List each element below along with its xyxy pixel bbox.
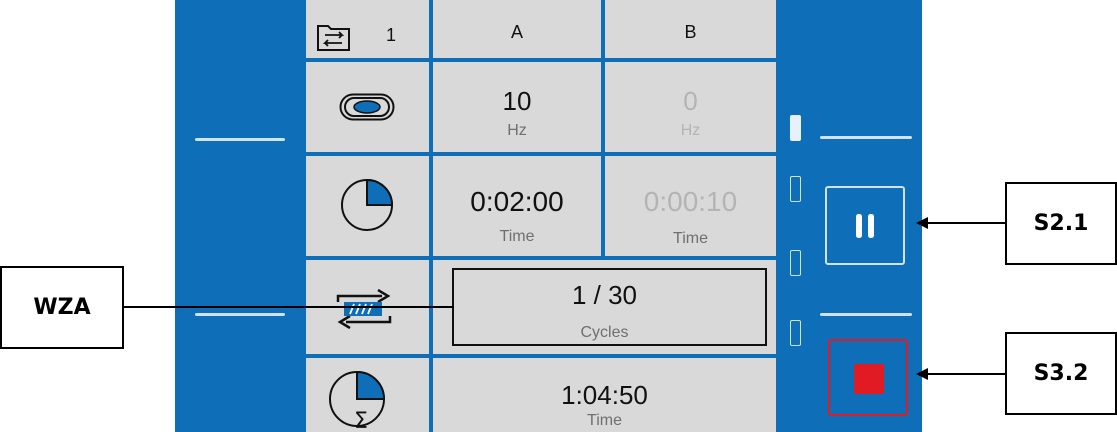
right-side-panel (776, 0, 922, 432)
right-divider-bottom (820, 313, 912, 316)
folder-swap-icon (317, 25, 350, 51)
duration-a-field[interactable]: 0:02:00 Time (433, 156, 601, 256)
svg-text:Σ: Σ (354, 409, 368, 432)
cycles-unit: Cycles (580, 324, 629, 341)
wza-leader-line (124, 306, 454, 308)
frequency-a-unit: Hz (507, 122, 527, 139)
pause-icon (856, 214, 874, 238)
cycle-arrows-icon (336, 288, 392, 330)
stop-button[interactable] (828, 339, 908, 416)
duration-b-unit: Time (673, 230, 708, 247)
left-side-panel (175, 0, 306, 432)
column-a-label: A (510, 22, 523, 42)
level-indicator-1 (790, 115, 801, 141)
program-selector[interactable]: 1 (306, 0, 429, 58)
level-indicator-3 (790, 250, 801, 276)
level-indicator-2 (790, 176, 801, 202)
frequency-b-field[interactable]: 0 Hz (605, 62, 776, 152)
frequency-a-field[interactable]: 10 Hz (433, 62, 601, 152)
callout-s32: S3.2 (1005, 332, 1117, 415)
frequency-b-value: 0 (683, 86, 698, 116)
total-time-field: 1:04:50 Time (433, 358, 776, 432)
duration-a-value: 0:02:00 (470, 186, 564, 217)
left-divider-top (195, 138, 285, 141)
duration-b-value: 0:00:10 (643, 186, 738, 217)
duration-b-field[interactable]: 0:00:10 Time (605, 156, 776, 256)
program-number: 1 (386, 25, 397, 45)
frequency-icon-cell (306, 62, 429, 152)
data-grid: 1 A B 10 Hz 0 Hz 0:02:00 Time 0:00:10 Ti… (306, 0, 776, 432)
cycles-value: 1 / 30 (571, 280, 638, 310)
column-a-header: A (433, 0, 601, 58)
column-b-header: B (605, 0, 776, 58)
level-indicator-4 (790, 320, 801, 346)
callout-s21: S2.1 (1005, 182, 1117, 265)
s32-arrow (916, 368, 1006, 380)
total-time-icon: Σ (329, 370, 386, 432)
column-b-label: B (684, 22, 697, 42)
cycles-field[interactable]: 1 / 30 Cycles (433, 260, 776, 354)
callout-wza: WZA (0, 266, 124, 349)
pause-button[interactable] (825, 186, 905, 265)
s21-arrow (916, 217, 1006, 229)
duration-a-unit: Time (499, 228, 535, 245)
total-time-unit: Time (587, 412, 622, 429)
total-icon-cell: Σ (306, 358, 429, 432)
left-divider-bottom (195, 313, 285, 316)
frequency-b-unit: Hz (680, 122, 701, 139)
clock-icon (341, 178, 394, 231)
total-time-value: 1:04:50 (561, 380, 648, 410)
stop-icon (854, 364, 884, 394)
frequency-a-value: 10 (502, 86, 532, 116)
duration-icon-cell (306, 156, 429, 256)
vibration-icon (339, 93, 395, 121)
right-divider-top (820, 136, 912, 139)
